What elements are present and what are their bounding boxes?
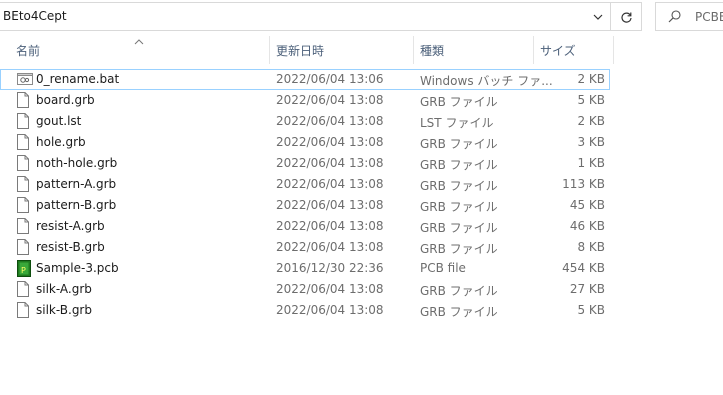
file-type: GRB ファイル [420,221,498,235]
batch-file-icon [17,71,33,88]
file-icon [17,155,31,172]
search-placeholder[interactable]: PCBE [695,10,723,24]
file-size: 2 KB [577,72,605,86]
file-name: 0_rename.bat [36,72,120,86]
file-name: gout.lst [36,114,82,128]
file-type: GRB ファイル [420,137,498,151]
column-header-name[interactable]: 名前 [16,36,268,64]
file-icon [17,92,31,109]
file-icon [17,281,31,298]
chevron-down-icon[interactable] [586,4,610,30]
file-size: 45 KB [569,198,605,212]
file-name: pattern-A.grb [36,177,117,191]
file-row[interactable]: 0_rename.bat 2022/06/04 13:06 Windows バッ… [0,69,610,90]
file-type: LST ファイル [420,116,494,130]
file-size: 5 KB [577,303,605,317]
file-date: 2022/06/04 13:08 [276,93,384,107]
pcb-file-icon: P [17,260,31,277]
file-row[interactable]: gout.lst 2022/06/04 13:08 LST ファイル 2 KB [0,111,610,132]
file-date: 2016/12/30 22:36 [276,261,384,275]
search-box[interactable]: PCBE [655,2,723,31]
column-divider[interactable] [269,36,270,64]
column-header-type[interactable]: 種類 [420,36,532,64]
file-icon [17,134,31,151]
file-row[interactable]: hole.grb 2022/06/04 13:08 GRB ファイル 3 KB [0,132,610,153]
search-icon [668,10,681,26]
file-icon [17,302,31,319]
svg-text:P: P [21,266,26,275]
file-type: Windows バッチ ファ... [420,74,553,88]
file-name: silk-B.grb [36,303,92,317]
file-date: 2022/06/04 13:08 [276,219,384,233]
file-name: resist-B.grb [36,240,105,254]
file-date: 2022/06/04 13:08 [276,114,384,128]
file-type: GRB ファイル [420,284,498,298]
address-path[interactable]: BEto4Cept [3,9,67,23]
file-date: 2022/06/04 13:08 [276,156,384,170]
file-row[interactable]: silk-B.grb 2022/06/04 13:08 GRB ファイル 5 K… [0,300,610,321]
file-date: 2022/06/04 13:08 [276,240,384,254]
divider [610,3,611,30]
file-row[interactable]: P Sample-3.pcb 2016/12/30 22:36 PCB file… [0,258,610,279]
column-divider[interactable] [413,36,414,64]
file-date: 2022/06/04 13:08 [276,177,384,191]
file-row[interactable]: resist-A.grb 2022/06/04 13:08 GRB ファイル 4… [0,216,610,237]
file-type: PCB file [420,261,466,275]
file-name: silk-A.grb [36,282,92,296]
column-header-date[interactable]: 更新日時 [276,36,412,64]
file-icon [17,218,31,235]
file-type: GRB ファイル [420,305,498,319]
file-name: board.grb [36,93,95,107]
file-name: pattern-B.grb [36,198,117,212]
file-icon [17,239,31,256]
file-row[interactable]: resist-B.grb 2022/06/04 13:08 GRB ファイル 8… [0,237,610,258]
file-type: GRB ファイル [420,242,498,256]
file-type: GRB ファイル [420,200,498,214]
refresh-icon[interactable] [612,4,640,30]
file-size: 46 KB [569,219,605,233]
file-row[interactable]: board.grb 2022/06/04 13:08 GRB ファイル 5 KB [0,90,610,111]
file-date: 2022/06/04 13:08 [276,303,384,317]
file-icon [17,197,31,214]
file-size: 2 KB [577,114,605,128]
file-size: 454 KB [562,261,605,275]
column-divider[interactable] [533,36,534,64]
file-date: 2022/06/04 13:06 [276,72,384,86]
file-date: 2022/06/04 13:08 [276,135,384,149]
file-name: Sample-3.pcb [36,261,119,275]
file-size: 27 KB [569,282,605,296]
file-size: 3 KB [577,135,605,149]
file-list: 0_rename.bat 2022/06/04 13:06 Windows バッ… [0,69,614,321]
column-divider[interactable] [613,36,614,64]
file-name: hole.grb [36,135,86,149]
file-size: 5 KB [577,93,605,107]
file-size: 1 KB [577,156,605,170]
file-date: 2022/06/04 13:08 [276,198,384,212]
address-bar[interactable]: BEto4Cept [0,2,642,31]
file-date: 2022/06/04 13:08 [276,282,384,296]
file-size: 113 KB [562,177,605,191]
file-icon [17,113,31,130]
file-row[interactable]: pattern-B.grb 2022/06/04 13:08 GRB ファイル … [0,195,610,216]
file-name: noth-hole.grb [36,156,118,170]
file-row[interactable]: pattern-A.grb 2022/06/04 13:08 GRB ファイル … [0,174,610,195]
file-name: resist-A.grb [36,219,105,233]
file-row[interactable]: silk-A.grb 2022/06/04 13:08 GRB ファイル 27 … [0,279,610,300]
file-type: GRB ファイル [420,95,498,109]
file-type: GRB ファイル [420,158,498,172]
file-icon [17,176,31,193]
column-header-row: 名前 更新日時 種類 サイズ [0,36,614,64]
column-header-size[interactable]: サイズ [540,36,612,64]
file-row[interactable]: noth-hole.grb 2022/06/04 13:08 GRB ファイル … [0,153,610,174]
file-size: 8 KB [577,240,605,254]
file-type: GRB ファイル [420,179,498,193]
